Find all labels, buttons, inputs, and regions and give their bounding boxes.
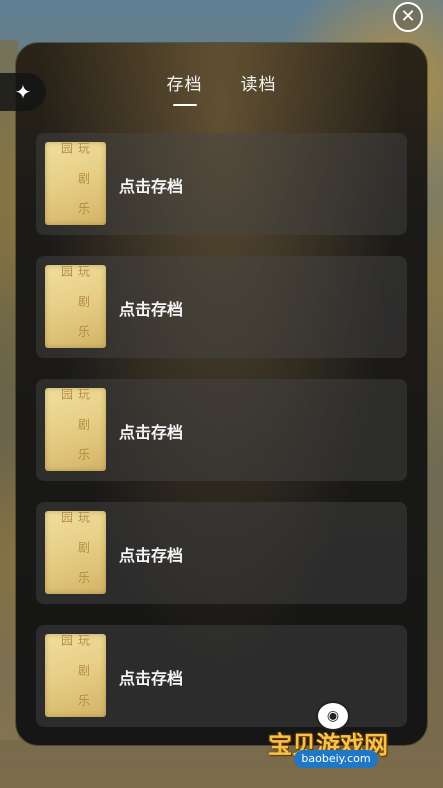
slot-thumbnail: 玩 剧 乐 园 bbox=[45, 265, 106, 348]
slot-label: 点击存档 bbox=[119, 423, 184, 442]
save-slot-list: 玩 剧 乐 园 点击存档 玩 剧 乐 园 点击存档 玩 剧 乐 园 点击存档 玩… bbox=[36, 133, 407, 748]
thumbnail-logo-text: 玩 剧 乐 园 bbox=[59, 388, 91, 462]
thumbnail-logo-text: 玩 剧 乐 园 bbox=[59, 142, 91, 216]
site-watermark: ◉ 宝贝游戏网 baobeiy.com bbox=[268, 701, 418, 773]
thumbnail-logo-text: 玩 剧 乐 园 bbox=[59, 634, 91, 708]
thumbnail-logo-text: 玩 剧 乐 园 bbox=[59, 511, 91, 585]
slot-label: 点击存档 bbox=[119, 300, 184, 319]
slot-label: 点击存档 bbox=[119, 177, 184, 196]
slot-thumbnail: 玩 剧 乐 园 bbox=[45, 511, 106, 594]
tab-bar: 存档 读档 bbox=[0, 70, 443, 106]
save-slot-1[interactable]: 玩 剧 乐 园 点击存档 bbox=[36, 133, 407, 235]
tab-load[interactable]: 读档 bbox=[241, 70, 277, 100]
slot-label: 点击存档 bbox=[119, 669, 184, 688]
thumbnail-logo-text: 玩 剧 乐 园 bbox=[59, 265, 91, 339]
slot-thumbnail: 玩 剧 乐 园 bbox=[45, 634, 106, 717]
save-slot-3[interactable]: 玩 剧 乐 园 点击存档 bbox=[36, 379, 407, 481]
save-slot-4[interactable]: 玩 剧 乐 园 点击存档 bbox=[36, 502, 407, 604]
close-icon[interactable]: ✕ bbox=[393, 2, 423, 32]
slot-thumbnail: 玩 剧 乐 园 bbox=[45, 142, 106, 225]
tab-save[interactable]: 存档 bbox=[167, 70, 203, 106]
save-slot-2[interactable]: 玩 剧 乐 园 点击存档 bbox=[36, 256, 407, 358]
slot-thumbnail: 玩 剧 乐 园 bbox=[45, 388, 106, 471]
slot-label: 点击存档 bbox=[119, 546, 184, 565]
watermark-url: baobeiy.com bbox=[294, 750, 378, 768]
